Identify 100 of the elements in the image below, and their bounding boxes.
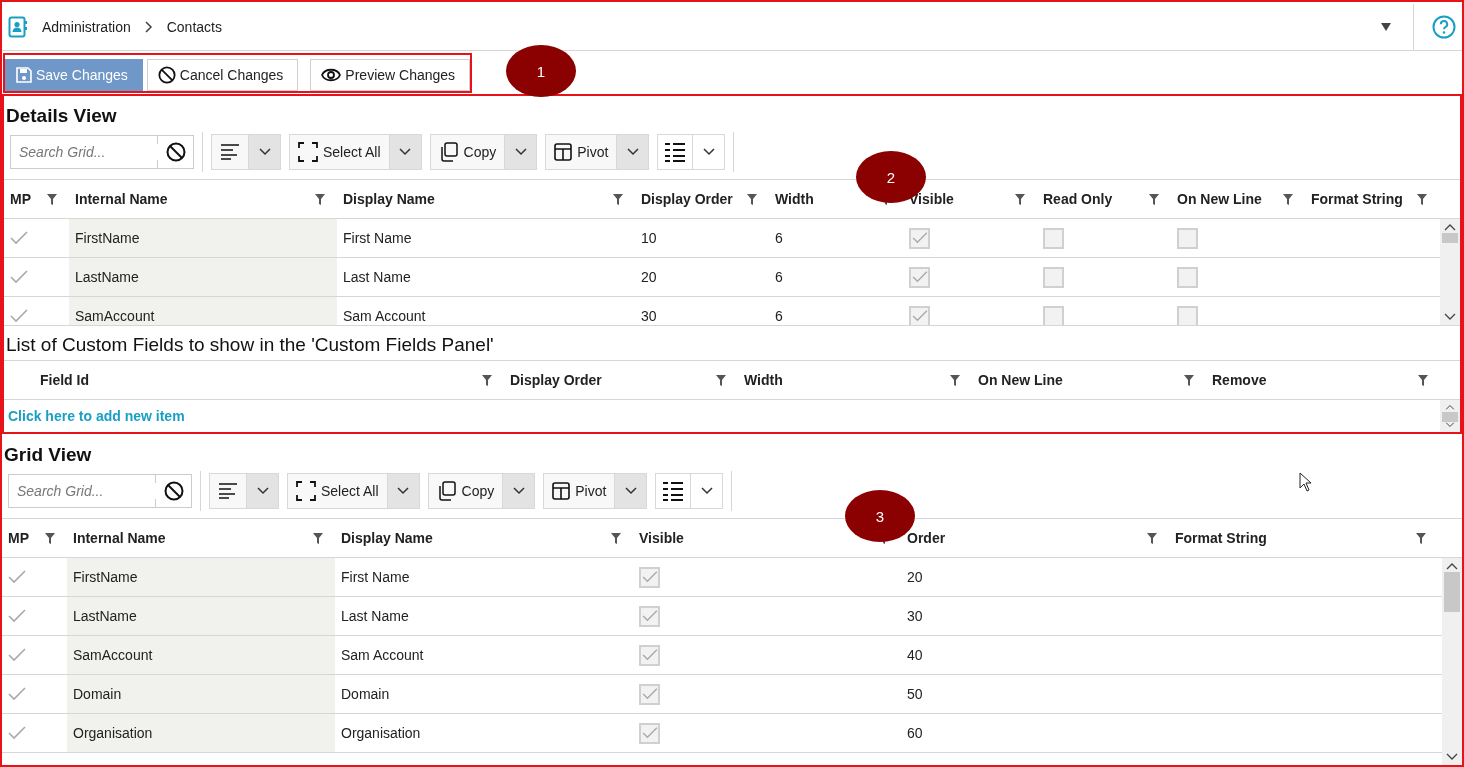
filter-icon[interactable] bbox=[747, 193, 757, 205]
column-header[interactable]: Width bbox=[775, 191, 814, 207]
column-header[interactable]: Remove bbox=[1212, 372, 1267, 388]
column-header[interactable]: Display Name bbox=[343, 191, 435, 207]
table-cell: LastName bbox=[67, 597, 335, 635]
scrollbar[interactable] bbox=[1440, 400, 1460, 432]
preview-button[interactable]: Preview Changes bbox=[310, 58, 471, 91]
column-header[interactable]: Read Only bbox=[1043, 191, 1113, 207]
filter-icon[interactable] bbox=[1147, 532, 1157, 544]
checkbox[interactable] bbox=[1043, 266, 1064, 288]
dropdown-button[interactable] bbox=[503, 473, 536, 509]
checkbox[interactable] bbox=[639, 683, 660, 705]
column-header[interactable]: Order bbox=[907, 530, 946, 546]
column-header[interactable]: On New Line bbox=[1177, 191, 1262, 207]
chevron-down-icon bbox=[626, 148, 639, 156]
filter-icon[interactable] bbox=[315, 193, 325, 205]
copy-button[interactable]: Copy bbox=[429, 134, 506, 170]
align-button[interactable] bbox=[209, 473, 247, 509]
filter-icon[interactable] bbox=[1149, 193, 1159, 205]
scrollbar[interactable] bbox=[1442, 558, 1462, 765]
copy-icon bbox=[438, 142, 459, 162]
dropdown-button[interactable] bbox=[505, 134, 538, 170]
scroll-down-icon[interactable] bbox=[1446, 753, 1458, 761]
checkbox[interactable] bbox=[909, 305, 930, 325]
column-header[interactable]: MP bbox=[10, 191, 31, 207]
breadcrumb-item[interactable]: Contacts bbox=[166, 19, 222, 35]
help-icon[interactable] bbox=[1432, 15, 1456, 39]
scroll-up-icon[interactable] bbox=[1446, 562, 1458, 570]
checkbox[interactable] bbox=[1177, 266, 1198, 288]
select-all-button[interactable]: Select All bbox=[289, 134, 390, 170]
column-header[interactable]: Visible bbox=[639, 530, 684, 546]
pivot-button[interactable]: Pivot bbox=[545, 134, 618, 170]
breadcrumb-item[interactable]: Administration bbox=[42, 19, 131, 35]
cancel-icon bbox=[157, 65, 176, 84]
filter-icon[interactable] bbox=[1283, 193, 1293, 205]
table-icon bbox=[552, 482, 571, 500]
column-header[interactable]: Width bbox=[744, 372, 783, 388]
column-header[interactable]: Format String bbox=[1311, 191, 1403, 207]
clear-search-button[interactable] bbox=[156, 474, 192, 508]
scroll-down-icon[interactable] bbox=[1444, 313, 1456, 321]
checkbox[interactable] bbox=[639, 644, 660, 666]
filter-icon[interactable] bbox=[1417, 193, 1427, 205]
checkbox[interactable] bbox=[909, 266, 930, 288]
columns-button[interactable] bbox=[657, 134, 694, 170]
scroll-thumb[interactable] bbox=[1444, 572, 1460, 612]
scroll-thumb[interactable] bbox=[1442, 233, 1458, 243]
table-cell-text: 20 bbox=[906, 568, 924, 587]
column-header[interactable]: Internal Name bbox=[75, 191, 168, 207]
align-button[interactable] bbox=[211, 134, 249, 170]
scroll-up-icon[interactable] bbox=[1444, 223, 1456, 231]
chevron-down-icon bbox=[399, 148, 412, 156]
dropdown-button[interactable] bbox=[387, 473, 420, 509]
clear-search-button[interactable] bbox=[158, 135, 194, 169]
filter-icon[interactable] bbox=[613, 193, 623, 205]
column-header[interactable]: Display Name bbox=[341, 530, 433, 546]
column-header[interactable]: Display Order bbox=[510, 372, 602, 388]
checkbox[interactable] bbox=[639, 605, 660, 627]
filter-icon[interactable] bbox=[950, 374, 960, 386]
filter-icon[interactable] bbox=[313, 532, 323, 544]
dropdown-button[interactable] bbox=[389, 134, 422, 170]
filter-icon[interactable] bbox=[1015, 193, 1025, 205]
dropdown-button[interactable] bbox=[617, 134, 650, 170]
filter-icon[interactable] bbox=[611, 532, 621, 544]
scroll-thumb[interactable] bbox=[1442, 412, 1458, 422]
column-header[interactable]: Internal Name bbox=[73, 530, 166, 546]
checkbox[interactable] bbox=[1043, 227, 1064, 249]
checkbox[interactable] bbox=[1177, 227, 1198, 249]
copy-icon bbox=[436, 481, 457, 501]
dropdown-button[interactable] bbox=[615, 473, 648, 509]
filter-icon[interactable] bbox=[45, 532, 55, 544]
cancel-button[interactable]: Cancel Changes bbox=[146, 58, 299, 91]
pivot-button[interactable]: Pivot bbox=[543, 473, 616, 509]
checkbox[interactable] bbox=[639, 722, 660, 744]
column-header[interactable]: On New Line bbox=[978, 372, 1063, 388]
column-header[interactable]: Format String bbox=[1175, 530, 1267, 546]
columns-button[interactable] bbox=[655, 473, 692, 509]
scrollbar[interactable] bbox=[1440, 219, 1460, 325]
table-cell-text: 20 bbox=[640, 268, 658, 287]
copy-button[interactable]: Copy bbox=[427, 473, 504, 509]
check-icon bbox=[641, 688, 658, 700]
select-all-button[interactable]: Select All bbox=[287, 473, 388, 509]
table-icon bbox=[554, 143, 573, 161]
column-header[interactable]: Field Id bbox=[40, 372, 89, 388]
filter-icon[interactable] bbox=[47, 193, 57, 205]
filter-icon[interactable] bbox=[1184, 374, 1194, 386]
filter-icon[interactable] bbox=[1416, 532, 1426, 544]
table-cell-text: First Name bbox=[342, 229, 413, 248]
checkbox[interactable] bbox=[909, 227, 930, 249]
filter-icon[interactable] bbox=[716, 374, 726, 386]
filter-icon[interactable] bbox=[1418, 374, 1428, 386]
checkbox[interactable] bbox=[639, 566, 660, 588]
checkbox[interactable] bbox=[1177, 305, 1198, 325]
check-icon bbox=[911, 232, 928, 244]
checkbox[interactable] bbox=[1043, 305, 1064, 325]
table-cell-text: Sam Account bbox=[340, 646, 425, 665]
column-header[interactable]: Display Order bbox=[641, 191, 733, 207]
column-header[interactable]: Visible bbox=[909, 191, 954, 207]
filter-icon[interactable] bbox=[482, 374, 492, 386]
column-header[interactable]: MP bbox=[8, 530, 29, 546]
dropdown-arrow-icon[interactable] bbox=[1381, 23, 1391, 31]
